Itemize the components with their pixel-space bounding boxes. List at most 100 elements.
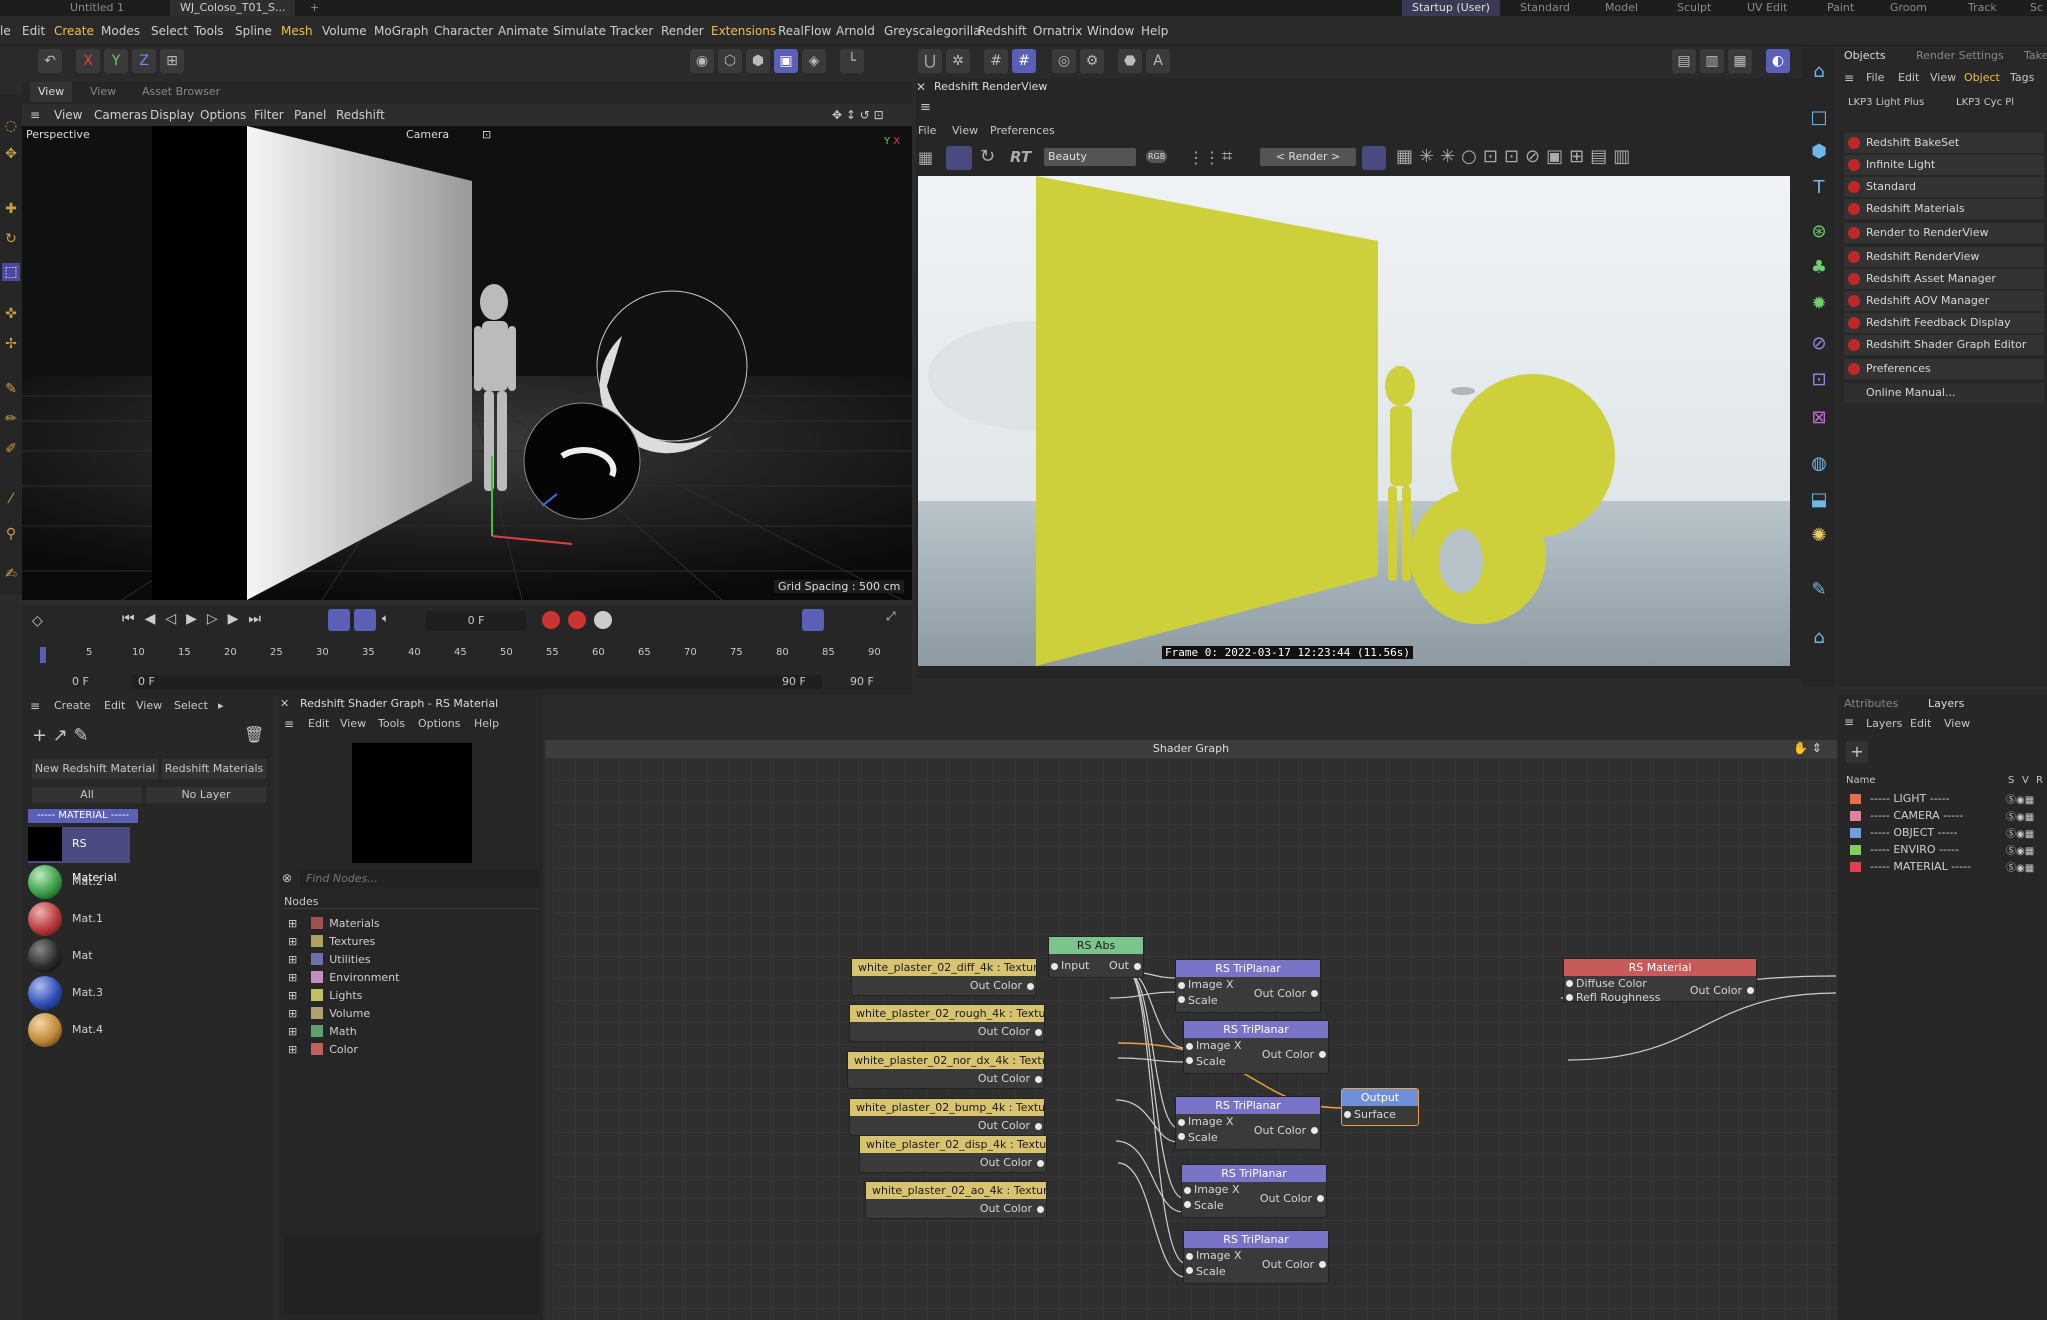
sg-menu-options[interactable]: Options [418, 717, 460, 730]
category-lights[interactable]: ⊞ Lights [288, 987, 362, 1005]
new-redshift-material-button[interactable]: New Redshift Material [32, 759, 158, 779]
layer-row[interactable]: ----- LIGHT ----- Ⓢ◉▦ [1850, 791, 2045, 807]
menu-redshift-aov-manager[interactable]: Redshift AOV Manager [1844, 291, 2044, 311]
close-icon[interactable]: ✕ [280, 697, 289, 710]
add-layer-button[interactable]: + [1846, 741, 1868, 763]
uv-mode-icon[interactable]: ◈ [802, 49, 826, 73]
tab-objects[interactable]: Objects [1844, 49, 1886, 62]
layer-row[interactable]: ----- MATERIAL ----- Ⓢ◉▦ [1850, 859, 2045, 875]
redshift-icon[interactable]: ⬣ [1118, 49, 1142, 73]
hamburger-icon[interactable]: ≡ [30, 699, 40, 713]
rv-menu-file[interactable]: File [918, 124, 936, 137]
input-port[interactable] [1186, 1253, 1193, 1260]
output-port[interactable] [1747, 987, 1754, 994]
menu-help[interactable]: Help [1141, 16, 1168, 46]
triplanar-node-5[interactable]: RS TriPlanar Image X Scale Out Color [1183, 1230, 1329, 1284]
material-item[interactable]: Mat.4 [28, 1013, 268, 1049]
category-utilities[interactable]: ⊞ Utilities [288, 951, 371, 969]
lock-icon[interactable] [1362, 146, 1386, 170]
layers-menu-layers[interactable]: Layers [1866, 717, 1902, 730]
hamburger-icon[interactable]: ≡ [284, 717, 294, 731]
loop-icon[interactable] [328, 609, 350, 631]
menu-greyscalegorilla[interactable]: Greyscalegorilla [884, 16, 981, 46]
input-port[interactable] [1178, 1133, 1185, 1140]
menu-online-manual[interactable]: Online Manual... [1844, 383, 2044, 403]
text-icon[interactable]: T [1806, 175, 1832, 201]
layer-row[interactable]: ----- CAMERA ----- Ⓢ◉▦ [1850, 808, 2045, 824]
hamburger-icon[interactable]: ≡ [1844, 715, 1854, 729]
menu-arnold[interactable]: Arnold [836, 16, 875, 46]
material-item[interactable]: Mat.3 [28, 976, 268, 1012]
category-volume[interactable]: ⊞ Volume [288, 1005, 370, 1023]
render-settings-icon[interactable]: ⚙ [1080, 49, 1104, 73]
menu-modes[interactable]: Modes [101, 16, 140, 46]
menu-render[interactable]: Render [661, 16, 704, 46]
coordinate-system-icon[interactable]: ⊞ [160, 49, 184, 73]
texture-node-bump[interactable]: white_plaster_02_bump_4k : Texture Out C… [849, 1098, 1045, 1136]
material-item[interactable]: RS Material [28, 827, 130, 884]
layer-toggle-icons[interactable]: Ⓢ◉▦ [2006, 842, 2034, 857]
input-port[interactable] [1051, 963, 1058, 970]
layout-startup[interactable]: Startup (User) [1402, 0, 1500, 16]
timeline-ruler[interactable]: 0 5 10 15 20 25 30 35 40 45 50 55 60 65 … [40, 647, 910, 661]
menu-realflow[interactable]: RealFlow [778, 16, 831, 46]
pan-icon[interactable]: ✋ ⇕ [1793, 741, 1822, 755]
sg-menu-help[interactable]: Help [474, 717, 499, 730]
output-port[interactable] [1319, 1051, 1326, 1058]
tab-take[interactable]: Take [2024, 49, 2047, 62]
vp-menu-cameras[interactable]: Cameras [94, 104, 147, 126]
playhead[interactable] [40, 647, 46, 663]
start-render-icon[interactable] [946, 146, 972, 170]
edit-render-settings-icon[interactable]: ▦ [1728, 49, 1752, 73]
category-color[interactable]: ⊞ Color [288, 1041, 358, 1059]
output-port[interactable] [1035, 1076, 1042, 1083]
snap-settings-icon[interactable]: ✲ [946, 49, 970, 73]
brush-icon[interactable]: ✏ [2, 410, 20, 428]
sketch-icon[interactable]: ✐ [2, 440, 20, 458]
knife-icon[interactable]: ⁄ [2, 490, 20, 508]
axis-x-button[interactable]: X [76, 49, 100, 73]
tab-view-2[interactable]: View [90, 82, 116, 102]
output-port[interactable] [1035, 1029, 1042, 1036]
deformer-icon[interactable]: ⊘ [1806, 331, 1832, 357]
input-port[interactable] [1186, 1267, 1193, 1274]
undo-icon[interactable]: ↶ [38, 49, 62, 73]
autokey-icon[interactable] [354, 609, 376, 631]
axis-z-button[interactable]: Z [132, 49, 156, 73]
render-view-icon[interactable]: ▤ [1672, 49, 1696, 73]
output-node[interactable]: Output Surface [1341, 1088, 1419, 1126]
menu-redshift[interactable]: Redshift [978, 16, 1027, 46]
triplanar-node-4[interactable]: RS TriPlanar Image X Scale Out Color [1181, 1164, 1327, 1218]
keyframe-selection-icon[interactable] [594, 611, 612, 629]
hamburger-icon[interactable]: ≡ [1844, 71, 1854, 85]
vp-menu-panel[interactable]: Panel [294, 104, 326, 126]
shader-graph-canvas[interactable]: white_plaster_02_diff_4k : Texture Out C… [553, 758, 1837, 1320]
rs-material-node[interactable]: RS Material Diffuse Color Refl Roughness… [1563, 958, 1757, 1004]
layer-toggle-icons[interactable]: Ⓢ◉▦ [2006, 825, 2034, 840]
tab-view[interactable]: View [30, 82, 73, 102]
axis-y-button[interactable]: Y [104, 49, 128, 73]
crop-icon[interactable]: ⌗ [1222, 146, 1232, 167]
layers-menu-edit[interactable]: Edit [1910, 717, 1931, 730]
om-menu-view[interactable]: View [1930, 71, 1956, 84]
menu-standard[interactable]: Standard [1844, 177, 2044, 197]
translate-icon[interactable]: ✚ [2, 200, 20, 218]
redshift-materials-button[interactable]: Redshift Materials [162, 759, 266, 779]
layout-paint[interactable]: Paint [1827, 0, 1854, 16]
input-port[interactable] [1344, 1111, 1351, 1118]
add-tab-icon[interactable]: + [300, 0, 329, 16]
layer-row[interactable]: ----- ENVIRO ----- Ⓢ◉▦ [1850, 842, 2045, 858]
mm-menu-view[interactable]: View [136, 699, 162, 712]
layout-standard[interactable]: Standard [1520, 0, 1570, 16]
texture-node-diff[interactable]: white_plaster_02_diff_4k : Texture Out C… [851, 958, 1037, 996]
output-port[interactable] [1319, 1261, 1326, 1268]
autokey-record-icon[interactable] [568, 611, 586, 629]
effector-icon[interactable]: ✹ [1806, 291, 1832, 317]
menu-spline[interactable]: Spline [235, 16, 272, 46]
triplanar-node-1[interactable]: RS TriPlanar Image X Scale Out Color [1175, 959, 1321, 1013]
axis-icon[interactable]: └ [840, 49, 864, 73]
menu-edit[interactable]: Edit [22, 16, 45, 46]
om-menu-edit[interactable]: Edit [1898, 71, 1919, 84]
texture-node-nor[interactable]: white_plaster_02_nor_dx_4k : Texture Out… [847, 1051, 1045, 1089]
vp-menu-options[interactable]: Options [200, 104, 246, 126]
